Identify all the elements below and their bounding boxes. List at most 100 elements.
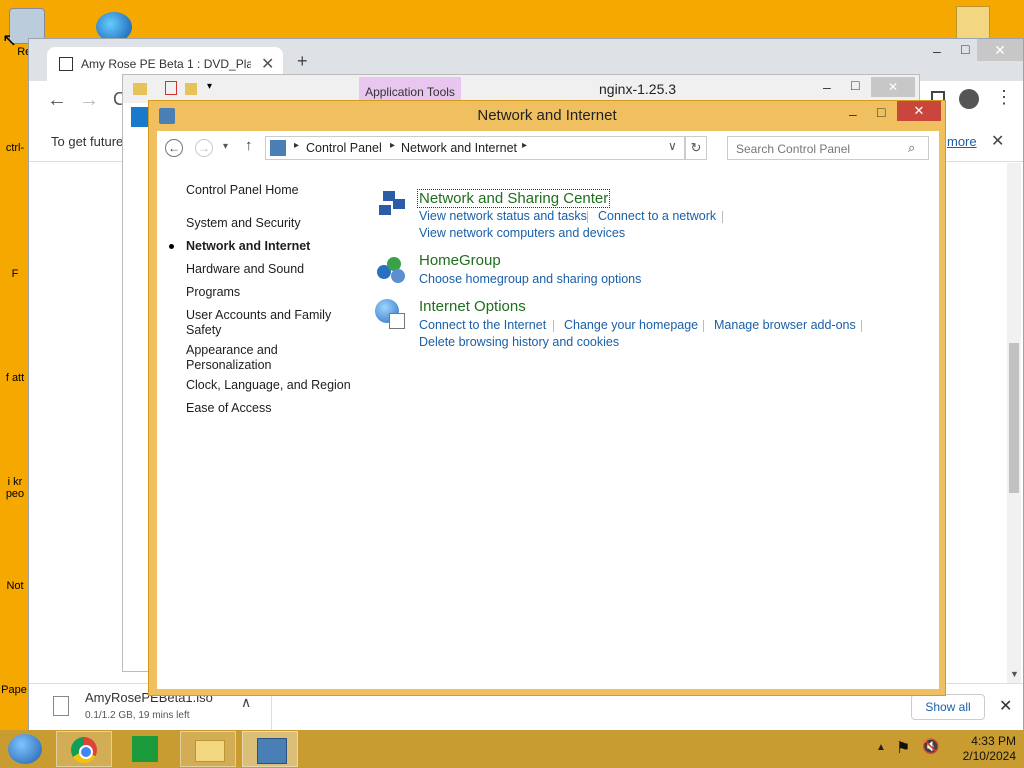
infobar-close-icon[interactable]: ✕ <box>991 131 1004 151</box>
action-center-flag-icon[interactable]: ⚑ <box>896 738 910 758</box>
show-hidden-icons-icon[interactable]: ▲ <box>876 742 886 753</box>
nav-system-and-security[interactable]: System and Security <box>186 216 301 231</box>
connect-to-network-link[interactable]: Connect to a network <box>598 209 716 223</box>
cp-maximize-icon[interactable]: □ <box>877 97 885 127</box>
volume-muted-icon[interactable]: 🔇 <box>922 738 939 755</box>
recent-locations-dropdown-icon[interactable]: ▾ <box>223 141 228 152</box>
download-options-chevron-icon[interactable]: ∧ <box>241 694 251 711</box>
link-separator <box>553 320 554 332</box>
chrome-minimize-icon[interactable]: – <box>933 43 941 59</box>
cp-minimize-icon[interactable]: – <box>849 99 857 129</box>
taskbar-control-panel-button[interactable] <box>242 731 298 767</box>
chrome-maximize-icon[interactable]: □ <box>961 41 969 57</box>
new-folder-icon[interactable] <box>185 83 197 95</box>
control-panel-icon <box>257 738 287 764</box>
nav-control-panel-home[interactable]: Control Panel Home <box>186 183 299 198</box>
infobar-learn-more-link[interactable]: more <box>947 134 977 149</box>
back-icon[interactable]: ← <box>47 89 67 112</box>
explorer-maximize-icon[interactable]: □ <box>851 77 859 93</box>
archive-favicon-icon <box>59 57 73 71</box>
search-control-panel-field[interactable]: Search Control Panel ⌕ <box>727 136 929 160</box>
nav-user-accounts[interactable]: User Accounts and Family Safety <box>186 308 336 338</box>
clock-time: 4:33 PM <box>971 734 1016 748</box>
view-network-computers-link[interactable]: View network computers and devices <box>419 226 625 240</box>
new-tab-icon[interactable]: + <box>297 51 308 72</box>
taskbar: ▲ ⚑ 🔇 4:33 PM 2/10/2024 <box>0 730 1024 768</box>
folder-desktop-icon[interactable] <box>956 6 990 40</box>
search-icon[interactable]: ⌕ <box>908 140 915 156</box>
taskbar-file-explorer-button[interactable] <box>180 731 236 767</box>
control-panel-address-bar: ← → ▾ ↑ ▸ Control Panel ▸ Network and In… <box>157 131 939 167</box>
chrome-scrollbar-thumb[interactable] <box>1009 343 1019 493</box>
mouse-cursor-icon: ↖ <box>2 30 18 50</box>
taskbar-clock[interactable]: 4:33 PM 2/10/2024 <box>944 734 1016 764</box>
address-field[interactable]: ▸ Control Panel ▸ Network and Internet ▸… <box>265 136 685 160</box>
control-panel-icon <box>270 140 286 156</box>
desktop-icon-ctrl[interactable]: ctrl- <box>2 142 28 154</box>
properties-icon[interactable] <box>165 81 177 95</box>
download-status: 0.1/1.2 GB, 19 mins left <box>85 710 190 721</box>
nav-hardware-and-sound[interactable]: Hardware and Sound <box>186 262 304 277</box>
network-sharing-center-icon <box>377 189 407 219</box>
control-panel-window: Network and Internet – □ ✕ ← → ▾ ↑ ▸ Con… <box>148 100 946 696</box>
search-placeholder: Search Control Panel <box>736 142 851 156</box>
homegroup-icon <box>375 255 407 285</box>
profile-avatar-icon[interactable] <box>959 89 979 109</box>
refresh-icon[interactable]: ↻ <box>685 136 707 160</box>
show-all-button[interactable]: Show all <box>911 694 985 720</box>
nav-appearance[interactable]: Appearance and Personalization <box>186 343 306 373</box>
desktop-icon-notepad[interactable]: Not <box>2 580 28 592</box>
explorer-titlebar: ▾ Application Tools nginx-1.25.3 – □ ✕ <box>123 75 919 103</box>
folder-icon <box>133 83 147 95</box>
control-panel-title: Network and Internet <box>477 107 617 124</box>
store-icon <box>132 736 158 762</box>
link-separator <box>861 320 862 332</box>
forward-icon[interactable]: → <box>79 89 99 112</box>
connect-to-internet-link[interactable]: Connect to the Internet <box>419 318 546 332</box>
breadcrumb-control-panel[interactable]: Control Panel <box>306 141 382 155</box>
up-level-icon[interactable]: ↑ <box>245 137 253 154</box>
scroll-down-icon[interactable]: ▼ <box>1010 669 1019 679</box>
forward-icon[interactable]: → <box>195 139 213 157</box>
nav-clock-language-region[interactable]: Clock, Language, and Region <box>186 378 351 393</box>
menu-kebab-icon[interactable]: ⋮ <box>995 87 1013 108</box>
download-shelf-close-icon[interactable]: ✕ <box>999 696 1012 716</box>
control-panel-icon <box>159 108 175 124</box>
chrome-icon-center <box>79 745 93 759</box>
desktop-icon-peo[interactable]: i kr peo <box>2 476 28 500</box>
manage-browser-addons-link[interactable]: Manage browser add-ons <box>714 318 856 332</box>
chrome-close-icon[interactable]: ✕ <box>977 39 1023 61</box>
breadcrumb-separator-icon: ▸ <box>294 140 300 151</box>
cp-close-button[interactable]: ✕ <box>897 101 941 121</box>
change-homepage-link[interactable]: Change your homepage <box>564 318 698 332</box>
nav-network-and-internet[interactable]: Network and Internet <box>186 239 310 254</box>
explorer-minimize-icon[interactable]: – <box>823 79 831 95</box>
delete-browsing-history-link[interactable]: Delete browsing history and cookies <box>419 335 619 349</box>
network-sharing-center-link[interactable]: Network and Sharing Center <box>417 189 611 208</box>
quick-access-dropdown-icon[interactable]: ▾ <box>207 81 212 92</box>
desktop-icon-f[interactable]: F <box>2 268 28 280</box>
address-dropdown-icon[interactable]: ∨ <box>668 139 677 153</box>
control-panel-body: Control Panel Home System and Security N… <box>157 167 939 689</box>
desktop-icon-paper[interactable]: Pape <box>0 684 28 696</box>
control-panel-titlebar: Network and Internet – □ ✕ <box>149 101 945 131</box>
view-network-status-link[interactable]: View network status and tasks <box>419 209 587 223</box>
start-button[interactable] <box>8 734 42 764</box>
homegroup-link[interactable]: HomeGroup <box>419 252 501 269</box>
choose-homegroup-options-link[interactable]: Choose homegroup and sharing options <box>419 272 641 286</box>
infobar-text: To get future <box>51 134 124 149</box>
file-icon <box>53 696 69 716</box>
clock-date: 2/10/2024 <box>962 749 1016 763</box>
nav-ease-of-access[interactable]: Ease of Access <box>186 401 271 416</box>
chrome-scrollbar[interactable]: ▼ <box>1007 163 1021 683</box>
internet-options-icon <box>375 299 407 331</box>
internet-options-link[interactable]: Internet Options <box>419 298 526 315</box>
breadcrumb-network-and-internet[interactable]: Network and Internet <box>401 141 517 155</box>
close-tab-icon[interactable]: ✕ <box>261 54 274 74</box>
taskbar-chrome-button[interactable] <box>56 731 112 767</box>
back-icon[interactable]: ← <box>165 139 183 157</box>
desktop-icon-att[interactable]: f att <box>2 372 28 384</box>
taskbar-store-button[interactable] <box>118 731 174 767</box>
nav-programs[interactable]: Programs <box>186 285 240 300</box>
explorer-close-icon[interactable]: ✕ <box>871 77 915 97</box>
